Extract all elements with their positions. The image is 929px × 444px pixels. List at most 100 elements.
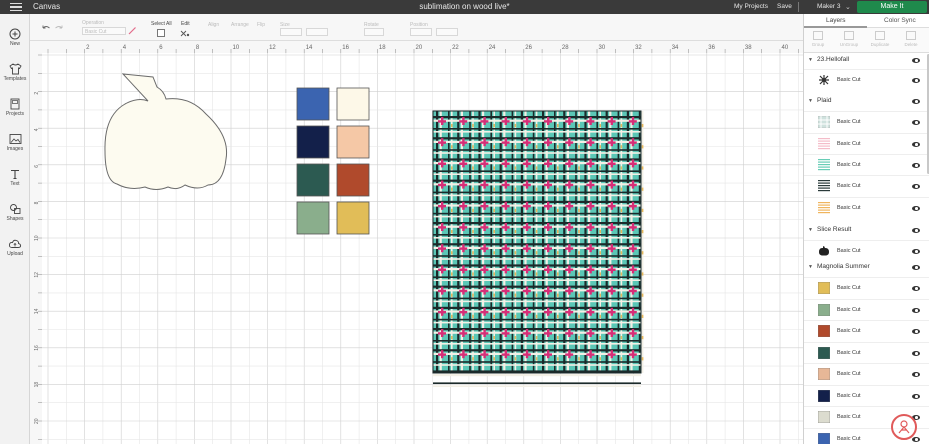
eye-icon[interactable] <box>912 394 920 399</box>
tab-color-sync[interactable]: Color Sync <box>884 17 916 24</box>
make-it-button[interactable]: Make It <box>857 1 927 13</box>
position-y-field[interactable] <box>436 28 458 36</box>
plaid-accent <box>547 180 550 189</box>
layer-row[interactable]: Basic Cut <box>804 154 929 176</box>
layer-row[interactable]: Basic Cut <box>804 133 929 155</box>
caret-down-icon[interactable]: ▼ <box>808 227 813 233</box>
sidebar-item-text[interactable]: Text <box>0 168 30 187</box>
height-field[interactable] <box>306 28 328 36</box>
duplicate-button[interactable]: Duplicate <box>868 30 892 47</box>
tab-layers[interactable]: Layers <box>826 17 846 24</box>
chevron-down-icon[interactable]: ⌄ <box>845 3 851 11</box>
plaid-accent <box>631 350 635 359</box>
plaid-accent <box>557 336 559 340</box>
layer-group-header[interactable]: ▼ Slice Result <box>804 226 929 238</box>
eye-icon[interactable] <box>912 308 920 313</box>
plaid-accent <box>599 251 601 255</box>
plaid-accent <box>514 145 517 149</box>
eye-icon[interactable] <box>912 329 920 334</box>
eye-icon[interactable] <box>912 78 920 83</box>
eye-icon[interactable] <box>912 228 920 233</box>
layer-row[interactable]: Basic Cut <box>804 363 929 385</box>
pen-icon[interactable] <box>128 26 137 35</box>
plaid-accent <box>472 230 474 234</box>
sidebar-item-templates[interactable]: Templates <box>0 63 30 82</box>
eye-icon[interactable] <box>912 206 920 211</box>
layer-thumbnail <box>818 390 830 402</box>
caret-down-icon[interactable]: ▼ <box>808 264 813 270</box>
eye-icon[interactable] <box>912 249 920 254</box>
ruler-label: 22 <box>452 45 459 51</box>
sidebar-item-images[interactable]: Images <box>0 133 30 152</box>
plaid-accent <box>514 166 517 170</box>
caret-down-icon[interactable]: ▼ <box>808 57 813 63</box>
layer-row[interactable]: Basic Cut <box>804 342 929 364</box>
sidebar-item-new[interactable]: New <box>0 28 30 47</box>
color-swatch <box>336 125 370 159</box>
plaid-accent <box>631 286 635 295</box>
color-swatch <box>336 163 370 197</box>
eye-icon[interactable] <box>912 351 920 356</box>
plaid-accent <box>451 166 453 170</box>
layer-row[interactable]: Basic Cut <box>804 320 929 342</box>
ruler-label: 26 <box>525 45 532 51</box>
plaid-accent <box>568 180 571 189</box>
sidebar-item-projects[interactable]: Projects <box>0 98 30 117</box>
eye-icon[interactable] <box>912 372 920 377</box>
plaid-accent <box>535 293 538 297</box>
design-canvas[interactable]: 2 4 6 8 10 12 14 16 18 20 22 24 26 28 30 32 34 36 38 40 2 4 6 8… <box>30 41 803 444</box>
machine-selector[interactable]: Maker 3 <box>817 3 840 10</box>
eye-icon[interactable] <box>912 184 920 189</box>
plaid-accent <box>589 307 592 316</box>
layer-row[interactable]: Basic Cut <box>804 277 929 299</box>
image-icon <box>9 134 21 144</box>
layer-row[interactable]: Basic Cut <box>804 385 929 407</box>
select-all-button[interactable] <box>157 29 165 37</box>
layer-group-header[interactable]: ▼ 23.Hellofall <box>804 56 929 68</box>
eye-icon[interactable] <box>912 58 920 63</box>
layer-row[interactable]: Basic Cut <box>804 175 929 197</box>
operation-dropdown[interactable]: Basic Cut <box>82 27 126 35</box>
save-button[interactable]: Save <box>777 3 792 10</box>
layer-row[interactable]: Basic Cut <box>804 69 929 91</box>
plaid-accent <box>641 230 644 234</box>
layer-row[interactable]: Basic Cut <box>804 299 929 321</box>
layer-row[interactable]: Basic Cut <box>804 240 929 262</box>
group-button[interactable]: Group <box>806 30 830 47</box>
redo-icon[interactable] <box>54 25 64 32</box>
plaid-accent <box>462 138 465 147</box>
eye-icon[interactable] <box>912 286 920 291</box>
ungroup-button[interactable]: UnGroup <box>837 30 861 47</box>
plaid-accent <box>610 350 613 359</box>
layer-row[interactable]: Basic Cut <box>804 111 929 133</box>
eye-icon[interactable] <box>912 163 920 168</box>
caret-down-icon[interactable]: ▼ <box>808 98 813 104</box>
delete-button[interactable]: Delete <box>899 30 923 47</box>
plaid-accent <box>641 293 644 297</box>
undo-icon[interactable] <box>41 25 51 32</box>
eye-icon[interactable] <box>912 142 920 147</box>
eye-icon[interactable] <box>912 265 920 270</box>
delete-label: Delete <box>904 42 918 47</box>
layer-group-header[interactable]: ▼ Magnolia Summer <box>804 263 929 275</box>
position-x-field[interactable] <box>410 28 432 36</box>
width-field[interactable] <box>280 28 302 36</box>
plaid-accent <box>557 251 559 255</box>
rotate-field[interactable] <box>364 28 384 36</box>
plaid-stripe <box>433 191 641 194</box>
canvas-drawing[interactable]: 2 4 6 8 10 12 14 16 18 20 22 24 26 28 30 32 34 36 38 402468… <box>30 41 803 444</box>
my-projects-link[interactable]: My Projects <box>734 3 768 10</box>
plaid-accent <box>451 145 453 149</box>
ruler-label: 40 <box>782 45 789 51</box>
sidebar-item-upload[interactable]: Upload <box>0 238 30 257</box>
edit-icon[interactable] <box>180 29 190 37</box>
sidebar-item-shapes[interactable]: Shapes <box>0 203 30 222</box>
layer-row[interactable]: Basic Cut <box>804 197 929 219</box>
plaid-accent <box>547 307 550 316</box>
eye-icon[interactable] <box>912 99 920 104</box>
plaid-accent <box>641 208 644 212</box>
plaid-accent <box>483 265 486 274</box>
plaid-accent <box>631 244 635 253</box>
eye-icon[interactable] <box>912 120 920 125</box>
layer-group-header[interactable]: ▼ Plaid <box>804 97 929 109</box>
